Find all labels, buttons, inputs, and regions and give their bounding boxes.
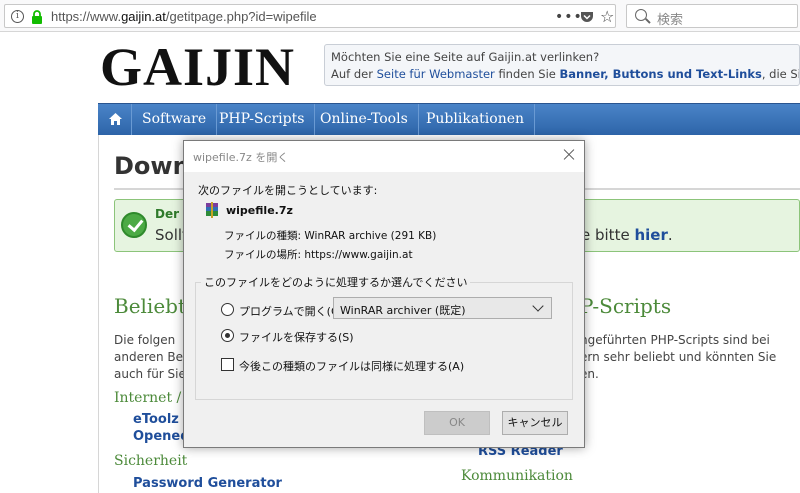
file-location-row: ファイルの場所: https://www.gaijin.at <box>224 249 413 261</box>
file-type-row: ファイルの種類: WinRAR archive (291 KB) <box>224 230 437 242</box>
close-icon[interactable] <box>560 146 578 164</box>
open-with-label[interactable]: プログラムで開く(O): <box>239 303 348 319</box>
ok-button[interactable]: OK <box>424 411 490 435</box>
search-icon <box>635 9 647 21</box>
nav-home-button[interactable] <box>98 104 132 135</box>
save-file-radio[interactable] <box>221 329 234 342</box>
action-group-label: このファイルをどのように処理するか選んでください <box>201 274 471 290</box>
info-icon[interactable]: i <box>11 10 24 23</box>
page-actions-icon[interactable]: ••• <box>555 9 583 25</box>
chevron-down-icon <box>532 300 544 312</box>
remember-choice-label[interactable]: 今後この種類のファイルは同様に処理する(A) <box>239 358 464 374</box>
link-opened[interactable]: Opened <box>133 429 190 444</box>
promo-line-1: Möchten Sie eine Seite auf Gaijin.at ver… <box>331 50 600 64</box>
url-text[interactable]: https://www.gaijin.at/getitpage.php?id=w… <box>51 9 317 24</box>
browser-toolbar: i https://www.gaijin.at/getitpage.php?id… <box>0 0 800 32</box>
content-divider <box>98 135 99 493</box>
nav-software[interactable]: Software <box>132 104 218 135</box>
open-with-selected-app: WinRAR archiver (既定) <box>340 304 466 317</box>
promo-line-2: Auf der Seite für Webmaster finden Sie B… <box>331 67 799 81</box>
webmaster-page-link[interactable]: Seite für Webmaster <box>377 67 495 81</box>
notice-tail: e bitte hier. <box>581 226 673 244</box>
open-with-select[interactable]: WinRAR archiver (既定) <box>333 297 552 319</box>
home-icon <box>109 113 122 125</box>
dialog-intro: 次のファイルを開こうとしています: <box>198 184 378 197</box>
pocket-icon[interactable] <box>580 10 594 24</box>
section-heading-php-scripts: P-Scripts <box>580 294 672 318</box>
search-input[interactable]: 検索 <box>626 4 798 28</box>
banner-links-link[interactable]: Banner, Buttons und Text-Links <box>560 67 762 81</box>
address-bar[interactable]: i https://www.gaijin.at/getitpage.php?id… <box>4 4 616 28</box>
lock-icon[interactable] <box>30 9 44 25</box>
dialog-titlebar: wipefile.7z を開く <box>184 141 584 172</box>
nav-online-tools[interactable]: Online-Tools <box>310 104 419 135</box>
cancel-button[interactable]: キャンセル <box>502 411 568 435</box>
dialog-title: wipefile.7z を開く <box>193 151 289 164</box>
webmaster-promo: Möchten Sie eine Seite auf Gaijin.at ver… <box>324 44 800 86</box>
search-placeholder: 検索 <box>657 13 684 28</box>
main-navigation: Software PHP-Scripts Online-Tools Publik… <box>98 103 800 135</box>
notice-heading: Der <box>155 207 180 221</box>
nav-php-scripts[interactable]: PHP-Scripts <box>209 104 316 135</box>
intro-paragraph-right: ngeführten PHP-Scripts sind bei ern sehr… <box>580 333 777 381</box>
file-name: wipefile.7z <box>226 204 293 217</box>
category-sicherheit: Sicherheit <box>114 453 188 469</box>
notice-here-link[interactable]: hier <box>634 226 667 244</box>
winrar-archive-icon <box>206 202 218 218</box>
bookmark-star-icon[interactable]: ☆ <box>600 7 614 26</box>
nav-publikationen[interactable]: Publikationen <box>416 104 536 135</box>
save-file-label[interactable]: ファイルを保存する(S) <box>239 329 354 345</box>
site-logo[interactable]: GAIJIN <box>100 36 295 98</box>
intro-paragraph-left: Die folgen anderen Be auch für Sie <box>114 333 186 381</box>
category-internet: Internet / I <box>114 390 192 406</box>
open-with-radio[interactable] <box>221 303 234 316</box>
checkmark-icon <box>121 212 147 238</box>
link-password-generator[interactable]: Password Generator <box>133 476 282 491</box>
link-etoolz[interactable]: eToolz <box>133 412 179 427</box>
category-kommunikation: Kommunikation <box>461 468 573 484</box>
remember-choice-checkbox[interactable] <box>221 358 234 371</box>
open-file-dialog: wipefile.7z を開く 次のファイルを開こうとしています: wipefi… <box>183 140 585 448</box>
